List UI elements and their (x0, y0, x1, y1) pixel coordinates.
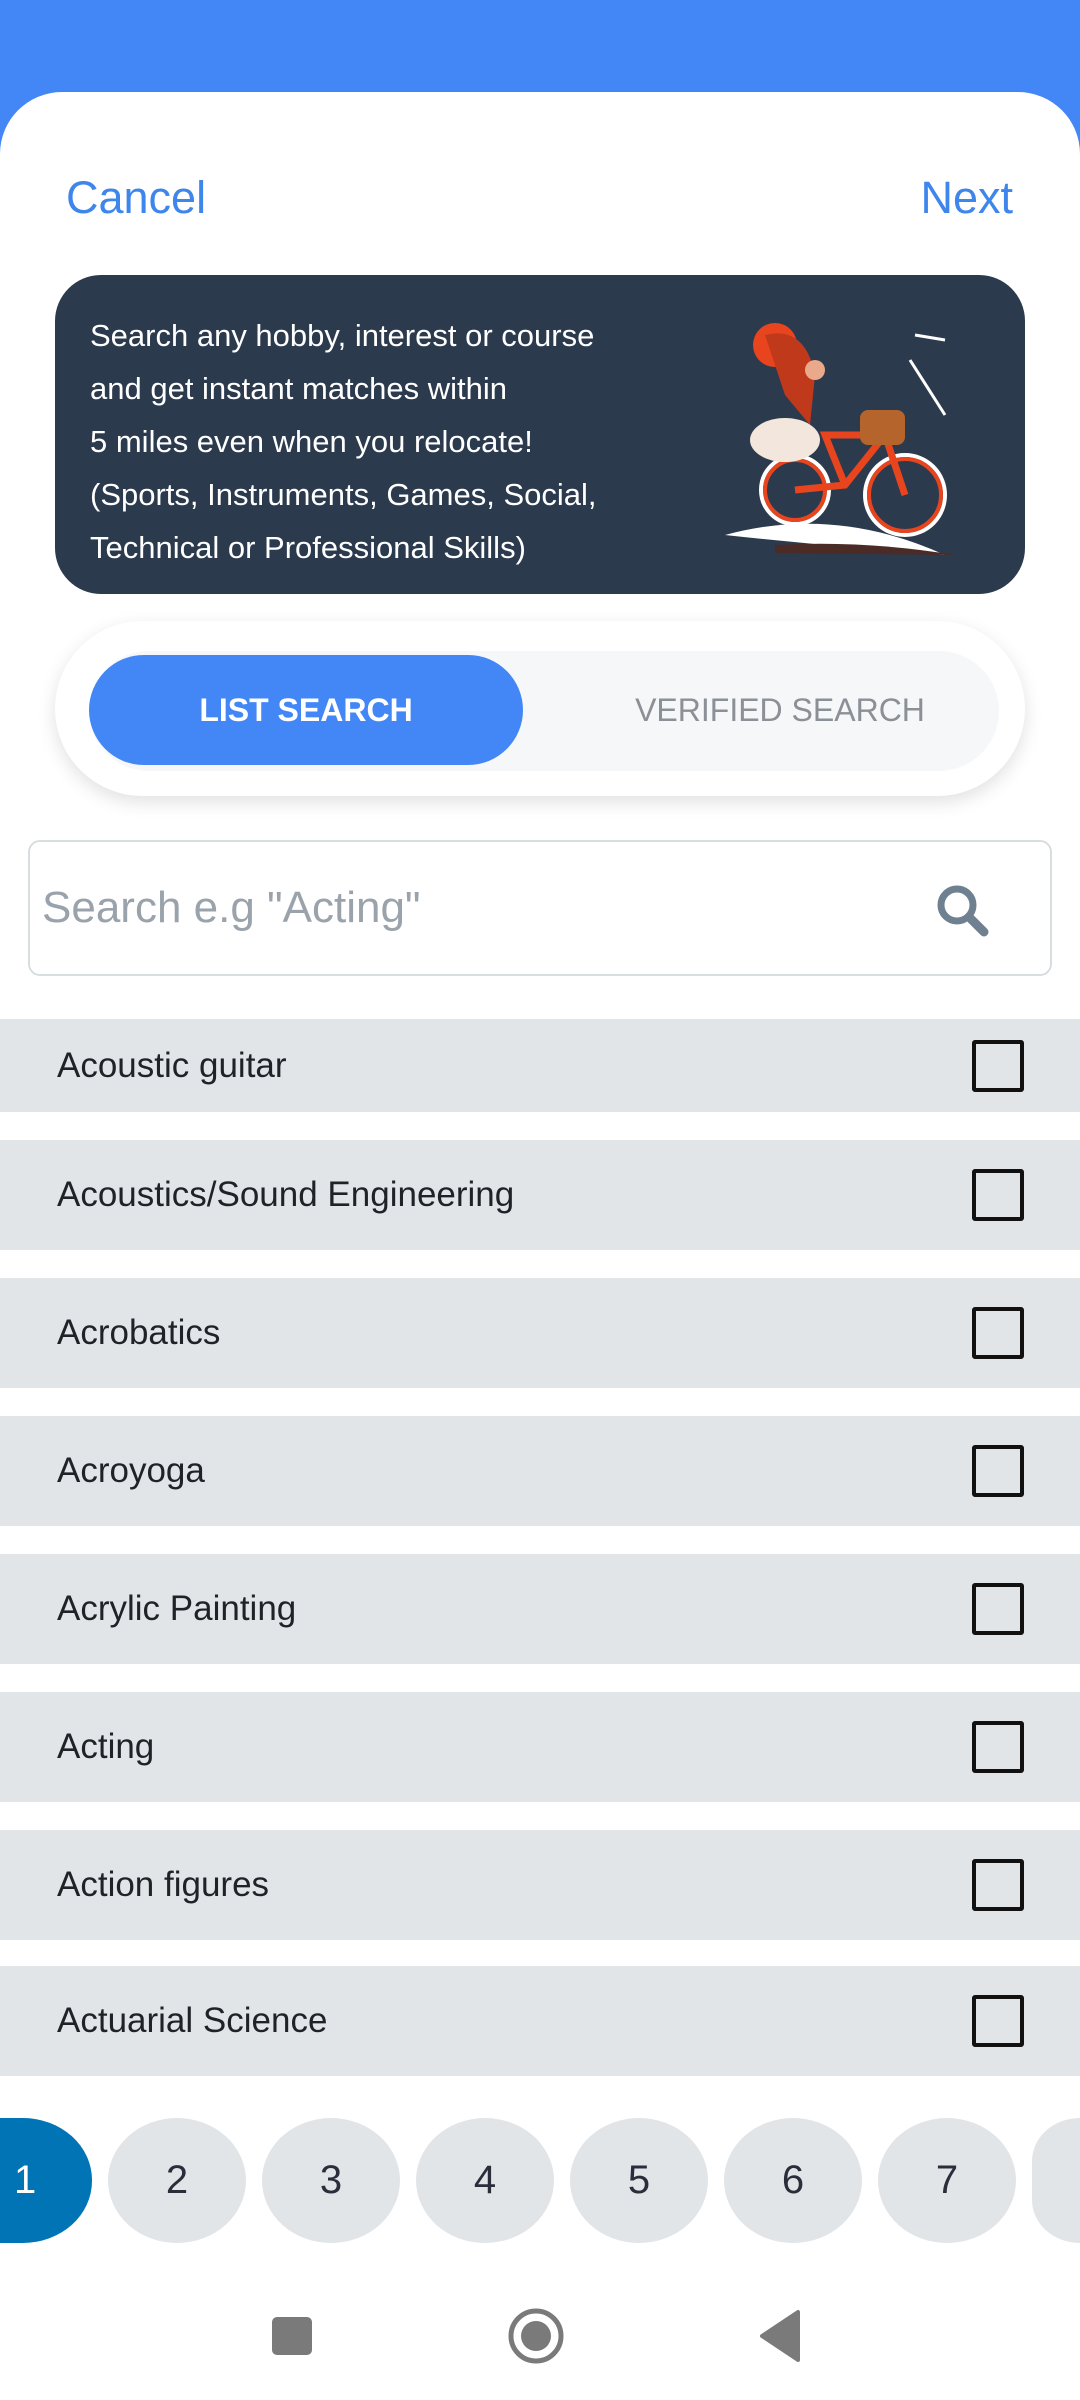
list-item[interactable]: Actuarial Science (0, 1966, 1080, 2076)
list-item-label: Acrylic Painting (57, 1589, 297, 1628)
checkbox[interactable] (972, 1307, 1024, 1359)
checkbox[interactable] (972, 1721, 1024, 1773)
list-item-label: Action figures (57, 1865, 270, 1904)
list-item[interactable]: Acrobatics (0, 1278, 1080, 1388)
search-mode-toggle: LIST SEARCH VERIFIED SEARCH (55, 621, 1025, 796)
info-banner: Search any hobby, interest or course and… (55, 275, 1025, 594)
search-input[interactable] (42, 842, 922, 974)
list-item[interactable]: Acoustic guitar (0, 1019, 1080, 1112)
list-item[interactable]: Acroyoga (0, 1416, 1080, 1526)
list-item-label: Acoustics/Sound Engineering (57, 1175, 515, 1214)
list-item-label: Acrobatics (57, 1313, 221, 1352)
list-item[interactable]: Acrylic Painting (0, 1554, 1080, 1664)
page-button[interactable]: 2 (108, 2118, 246, 2243)
tab-list-search[interactable]: LIST SEARCH (89, 655, 523, 765)
checkbox[interactable] (972, 1039, 1024, 1092)
checkbox[interactable] (972, 1995, 1024, 2047)
list-item[interactable]: Acoustics/Sound Engineering (0, 1140, 1080, 1250)
checkbox[interactable] (972, 1169, 1024, 1221)
tab-verified-search[interactable]: VERIFIED SEARCH (575, 655, 985, 765)
home-circle-icon[interactable] (496, 2300, 576, 2370)
list-item[interactable]: Action figures (0, 1830, 1080, 1940)
checkbox[interactable] (972, 1583, 1024, 1635)
next-button[interactable]: Next (920, 172, 1013, 224)
list-item-label: Acting (57, 1727, 155, 1766)
page-button[interactable]: 3 (262, 2118, 400, 2243)
page-button[interactable]: 4 (416, 2118, 554, 2243)
search-box (28, 840, 1052, 976)
cancel-button[interactable]: Cancel (66, 172, 206, 224)
page-button[interactable]: 5 (570, 2118, 708, 2243)
list-item-label: Actuarial Science (57, 2001, 328, 2040)
page-button[interactable]: 7 (878, 2118, 1016, 2243)
page-button[interactable]: 6 (724, 2118, 862, 2243)
list-item-label: Acroyoga (57, 1451, 205, 1490)
checkbox[interactable] (972, 1859, 1024, 1911)
recents-square-icon[interactable] (252, 2300, 332, 2370)
list-item[interactable]: Acting (0, 1692, 1080, 1802)
list-item-label: Acoustic guitar (57, 1045, 287, 1085)
cyclist-illustration (725, 323, 955, 555)
search-icon[interactable] (934, 882, 990, 938)
checkbox[interactable] (972, 1445, 1024, 1497)
back-triangle-icon[interactable] (740, 2300, 820, 2370)
